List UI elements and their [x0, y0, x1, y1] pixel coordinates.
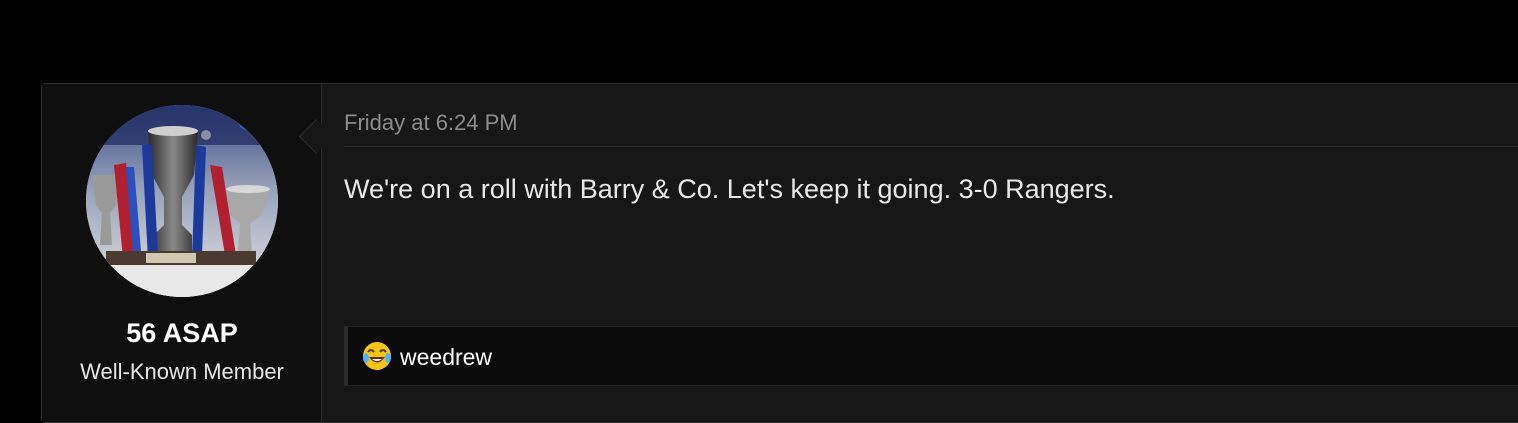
user-avatar[interactable] — [86, 105, 278, 297]
header-divider — [344, 146, 1518, 147]
reactions-bar[interactable]: weedrew — [344, 326, 1518, 386]
message-post: 56 ASAP Well-Known Member Friday at 6:24… — [41, 83, 1518, 423]
trophy-avatar-icon — [86, 105, 278, 297]
username-link[interactable]: 56 ASAP — [42, 317, 322, 349]
message-user-cell: 56 ASAP Well-Known Member — [42, 84, 322, 422]
message-body: We're on a roll with Barry & Co. Let's k… — [344, 174, 1115, 204]
post-timestamp[interactable]: Friday at 6:24 PM — [344, 110, 518, 136]
laughing-tears-emoji-icon — [362, 341, 392, 371]
reaction-user-link[interactable]: weedrew — [400, 343, 492, 371]
user-title: Well-Known Member — [80, 359, 284, 384]
message-main-cell: Friday at 6:24 PM We're on a roll with B… — [323, 84, 1518, 422]
